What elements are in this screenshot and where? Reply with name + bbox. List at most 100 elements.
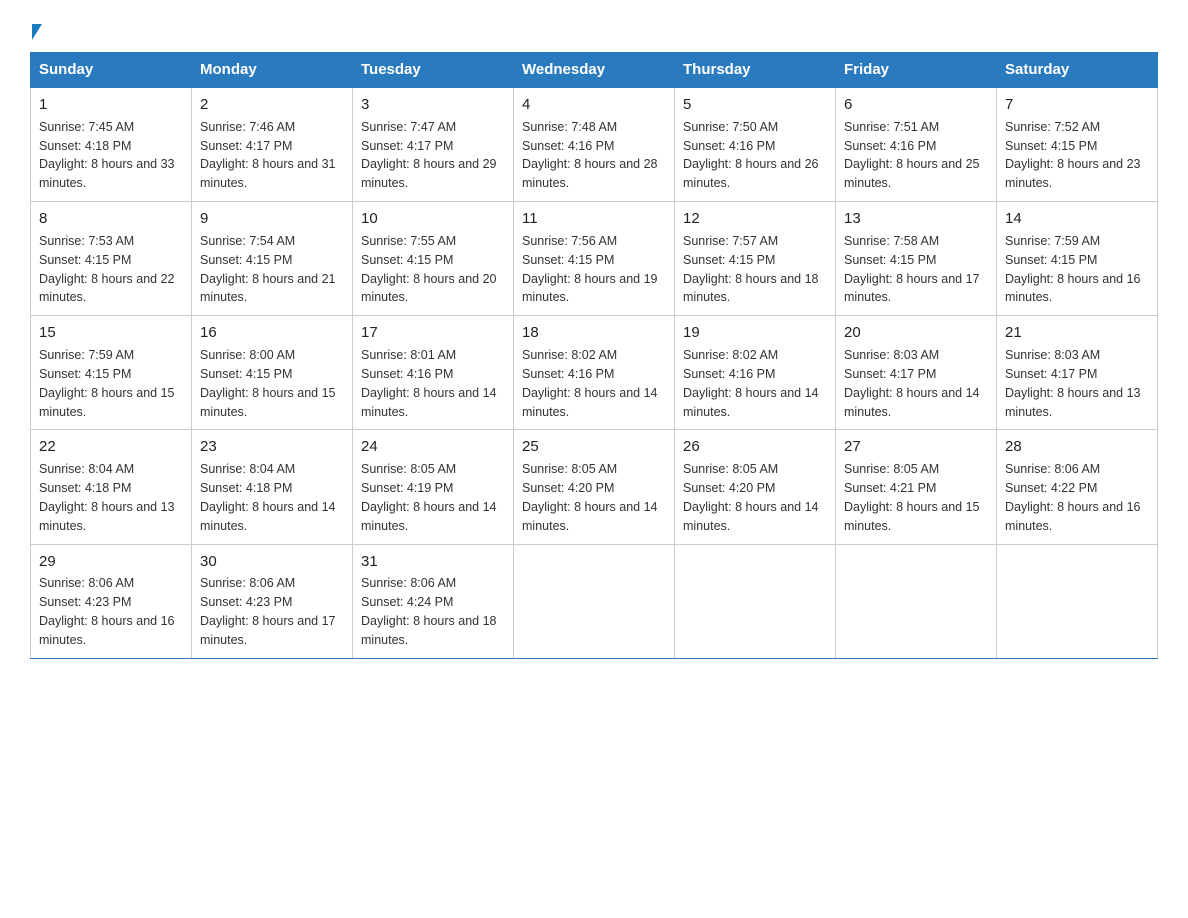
calendar-week-row: 29 Sunrise: 8:06 AMSunset: 4:23 PMDaylig… [31, 544, 1158, 658]
day-sunrise: Sunrise: 8:01 AMSunset: 4:16 PMDaylight:… [361, 348, 497, 419]
calendar-week-row: 15 Sunrise: 7:59 AMSunset: 4:15 PMDaylig… [31, 316, 1158, 430]
calendar-cell: 17 Sunrise: 8:01 AMSunset: 4:16 PMDaylig… [353, 316, 514, 430]
day-number: 14 [1005, 208, 1149, 230]
day-sunrise: Sunrise: 8:00 AMSunset: 4:15 PMDaylight:… [200, 348, 336, 419]
calendar-cell: 18 Sunrise: 8:02 AMSunset: 4:16 PMDaylig… [514, 316, 675, 430]
day-number: 4 [522, 94, 666, 116]
day-number: 27 [844, 436, 988, 458]
day-sunrise: Sunrise: 7:51 AMSunset: 4:16 PMDaylight:… [844, 120, 980, 191]
day-sunrise: Sunrise: 7:55 AMSunset: 4:15 PMDaylight:… [361, 234, 497, 305]
day-sunrise: Sunrise: 7:58 AMSunset: 4:15 PMDaylight:… [844, 234, 980, 305]
day-sunrise: Sunrise: 8:06 AMSunset: 4:22 PMDaylight:… [1005, 462, 1141, 533]
day-number: 22 [39, 436, 183, 458]
day-sunrise: Sunrise: 8:05 AMSunset: 4:20 PMDaylight:… [683, 462, 819, 533]
calendar-cell: 13 Sunrise: 7:58 AMSunset: 4:15 PMDaylig… [836, 202, 997, 316]
day-sunrise: Sunrise: 8:03 AMSunset: 4:17 PMDaylight:… [844, 348, 980, 419]
day-number: 25 [522, 436, 666, 458]
calendar-cell [836, 544, 997, 658]
calendar-cell [675, 544, 836, 658]
calendar-cell: 31 Sunrise: 8:06 AMSunset: 4:24 PMDaylig… [353, 544, 514, 658]
header-thursday: Thursday [675, 53, 836, 88]
calendar-cell: 12 Sunrise: 7:57 AMSunset: 4:15 PMDaylig… [675, 202, 836, 316]
day-sunrise: Sunrise: 8:04 AMSunset: 4:18 PMDaylight:… [39, 462, 175, 533]
day-number: 7 [1005, 94, 1149, 116]
calendar-cell: 20 Sunrise: 8:03 AMSunset: 4:17 PMDaylig… [836, 316, 997, 430]
calendar-cell: 10 Sunrise: 7:55 AMSunset: 4:15 PMDaylig… [353, 202, 514, 316]
calendar-table: SundayMondayTuesdayWednesdayThursdayFrid… [30, 52, 1158, 659]
calendar-cell: 9 Sunrise: 7:54 AMSunset: 4:15 PMDayligh… [192, 202, 353, 316]
calendar-cell: 6 Sunrise: 7:51 AMSunset: 4:16 PMDayligh… [836, 87, 997, 202]
day-sunrise: Sunrise: 8:04 AMSunset: 4:18 PMDaylight:… [200, 462, 336, 533]
day-number: 31 [361, 551, 505, 573]
day-sunrise: Sunrise: 7:46 AMSunset: 4:17 PMDaylight:… [200, 120, 336, 191]
day-sunrise: Sunrise: 8:06 AMSunset: 4:24 PMDaylight:… [361, 576, 497, 647]
header-wednesday: Wednesday [514, 53, 675, 88]
day-number: 24 [361, 436, 505, 458]
day-number: 23 [200, 436, 344, 458]
day-number: 18 [522, 322, 666, 344]
calendar-cell: 24 Sunrise: 8:05 AMSunset: 4:19 PMDaylig… [353, 430, 514, 544]
day-sunrise: Sunrise: 7:54 AMSunset: 4:15 PMDaylight:… [200, 234, 336, 305]
day-number: 20 [844, 322, 988, 344]
calendar-cell: 23 Sunrise: 8:04 AMSunset: 4:18 PMDaylig… [192, 430, 353, 544]
day-sunrise: Sunrise: 7:47 AMSunset: 4:17 PMDaylight:… [361, 120, 497, 191]
day-number: 6 [844, 94, 988, 116]
day-sunrise: Sunrise: 8:05 AMSunset: 4:21 PMDaylight:… [844, 462, 980, 533]
day-number: 1 [39, 94, 183, 116]
calendar-week-row: 1 Sunrise: 7:45 AMSunset: 4:18 PMDayligh… [31, 87, 1158, 202]
calendar-cell: 7 Sunrise: 7:52 AMSunset: 4:15 PMDayligh… [997, 87, 1158, 202]
calendar-cell: 22 Sunrise: 8:04 AMSunset: 4:18 PMDaylig… [31, 430, 192, 544]
calendar-cell [997, 544, 1158, 658]
day-number: 3 [361, 94, 505, 116]
page-header [30, 20, 1158, 40]
day-sunrise: Sunrise: 8:03 AMSunset: 4:17 PMDaylight:… [1005, 348, 1141, 419]
calendar-cell: 3 Sunrise: 7:47 AMSunset: 4:17 PMDayligh… [353, 87, 514, 202]
calendar-cell [514, 544, 675, 658]
day-sunrise: Sunrise: 7:45 AMSunset: 4:18 PMDaylight:… [39, 120, 175, 191]
day-number: 29 [39, 551, 183, 573]
day-number: 15 [39, 322, 183, 344]
day-number: 13 [844, 208, 988, 230]
calendar-cell: 25 Sunrise: 8:05 AMSunset: 4:20 PMDaylig… [514, 430, 675, 544]
day-sunrise: Sunrise: 7:52 AMSunset: 4:15 PMDaylight:… [1005, 120, 1141, 191]
day-sunrise: Sunrise: 7:59 AMSunset: 4:15 PMDaylight:… [39, 348, 175, 419]
day-number: 19 [683, 322, 827, 344]
calendar-cell: 30 Sunrise: 8:06 AMSunset: 4:23 PMDaylig… [192, 544, 353, 658]
day-number: 5 [683, 94, 827, 116]
calendar-cell: 1 Sunrise: 7:45 AMSunset: 4:18 PMDayligh… [31, 87, 192, 202]
day-sunrise: Sunrise: 8:02 AMSunset: 4:16 PMDaylight:… [683, 348, 819, 419]
day-number: 11 [522, 208, 666, 230]
calendar-cell: 11 Sunrise: 7:56 AMSunset: 4:15 PMDaylig… [514, 202, 675, 316]
header-tuesday: Tuesday [353, 53, 514, 88]
day-number: 8 [39, 208, 183, 230]
calendar-cell: 28 Sunrise: 8:06 AMSunset: 4:22 PMDaylig… [997, 430, 1158, 544]
day-number: 30 [200, 551, 344, 573]
day-sunrise: Sunrise: 7:59 AMSunset: 4:15 PMDaylight:… [1005, 234, 1141, 305]
day-sunrise: Sunrise: 8:05 AMSunset: 4:20 PMDaylight:… [522, 462, 658, 533]
calendar-header-row: SundayMondayTuesdayWednesdayThursdayFrid… [31, 53, 1158, 88]
header-monday: Monday [192, 53, 353, 88]
calendar-week-row: 8 Sunrise: 7:53 AMSunset: 4:15 PMDayligh… [31, 202, 1158, 316]
day-sunrise: Sunrise: 8:06 AMSunset: 4:23 PMDaylight:… [200, 576, 336, 647]
calendar-cell: 14 Sunrise: 7:59 AMSunset: 4:15 PMDaylig… [997, 202, 1158, 316]
day-sunrise: Sunrise: 7:56 AMSunset: 4:15 PMDaylight:… [522, 234, 658, 305]
calendar-cell: 15 Sunrise: 7:59 AMSunset: 4:15 PMDaylig… [31, 316, 192, 430]
day-number: 21 [1005, 322, 1149, 344]
day-number: 9 [200, 208, 344, 230]
day-sunrise: Sunrise: 8:05 AMSunset: 4:19 PMDaylight:… [361, 462, 497, 533]
header-saturday: Saturday [997, 53, 1158, 88]
calendar-cell: 29 Sunrise: 8:06 AMSunset: 4:23 PMDaylig… [31, 544, 192, 658]
calendar-cell: 16 Sunrise: 8:00 AMSunset: 4:15 PMDaylig… [192, 316, 353, 430]
calendar-cell: 8 Sunrise: 7:53 AMSunset: 4:15 PMDayligh… [31, 202, 192, 316]
calendar-cell: 27 Sunrise: 8:05 AMSunset: 4:21 PMDaylig… [836, 430, 997, 544]
calendar-cell: 26 Sunrise: 8:05 AMSunset: 4:20 PMDaylig… [675, 430, 836, 544]
day-number: 26 [683, 436, 827, 458]
day-sunrise: Sunrise: 7:57 AMSunset: 4:15 PMDaylight:… [683, 234, 819, 305]
calendar-week-row: 22 Sunrise: 8:04 AMSunset: 4:18 PMDaylig… [31, 430, 1158, 544]
day-sunrise: Sunrise: 7:53 AMSunset: 4:15 PMDaylight:… [39, 234, 175, 305]
day-number: 16 [200, 322, 344, 344]
logo-triangle-icon [32, 24, 42, 40]
calendar-cell: 19 Sunrise: 8:02 AMSunset: 4:16 PMDaylig… [675, 316, 836, 430]
logo [30, 24, 42, 40]
day-sunrise: Sunrise: 7:50 AMSunset: 4:16 PMDaylight:… [683, 120, 819, 191]
